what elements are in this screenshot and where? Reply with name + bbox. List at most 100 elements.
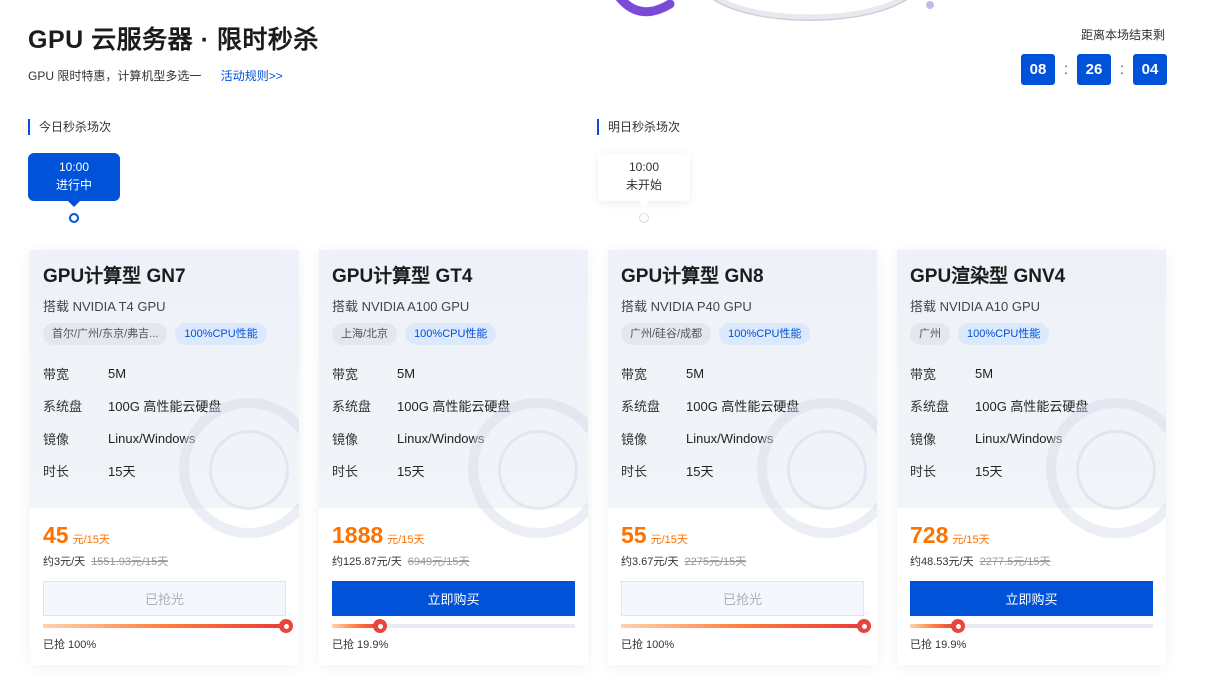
section-label-today: 今日秒杀场次 bbox=[28, 119, 111, 135]
card-spec-panel: GPU计算型 GN7 搭载 NVIDIA T4 GPU 首尔/广州/东京/弗吉.… bbox=[30, 250, 299, 538]
price-unit: 元/15天 bbox=[387, 534, 425, 546]
countdown-minutes: 26 bbox=[1077, 54, 1111, 85]
spec-label-disk: 系统盘 bbox=[621, 399, 661, 415]
original-price: 1551.93元/15天 bbox=[91, 556, 169, 568]
spec-label-image: 镜像 bbox=[910, 431, 937, 447]
spec-label-image: 镜像 bbox=[43, 431, 70, 447]
price-value: 45 bbox=[43, 522, 69, 548]
session-time: 10:00 bbox=[628, 160, 660, 174]
session-tomorrow-tab[interactable]: 10:00 未开始 bbox=[598, 153, 690, 207]
progress-fill bbox=[621, 624, 864, 628]
section-label-tomorrow: 明日秒杀场次 bbox=[597, 119, 680, 135]
spec-label-bandwidth: 带宽 bbox=[910, 366, 937, 382]
session-tomorrow-dot bbox=[639, 213, 649, 223]
price-unit: 元/15天 bbox=[952, 534, 990, 546]
decorative-banner-art bbox=[615, 0, 934, 21]
countdown-seconds: 04 bbox=[1133, 54, 1167, 85]
activity-rules-link[interactable]: 活动规则>> bbox=[221, 69, 283, 83]
spec-value-bandwidth: 5M bbox=[975, 365, 994, 381]
price-value: 728 bbox=[910, 522, 949, 548]
buy-button[interactable]: 立即购买 bbox=[332, 581, 575, 616]
price-value: 1888 bbox=[332, 522, 384, 548]
session-status: 进行中 bbox=[55, 178, 92, 192]
price-unit: 元/15天 bbox=[72, 534, 110, 546]
gpu-model: 搭载 NVIDIA A100 GPU bbox=[332, 299, 470, 314]
spec-label-image: 镜像 bbox=[621, 431, 648, 447]
session-status: 未开始 bbox=[625, 178, 662, 192]
daily-price: 约48.53元/天 bbox=[910, 556, 974, 568]
spec-label-bandwidth: 带宽 bbox=[332, 366, 359, 382]
subtitle-text: GPU 限时特惠，计算机型多选一 bbox=[28, 69, 202, 83]
region-tag: 广州 bbox=[910, 323, 950, 345]
spec-value-duration: 15天 bbox=[975, 464, 1003, 480]
original-price: 6949元/15天 bbox=[407, 556, 470, 568]
rocket-icon bbox=[857, 619, 871, 633]
watermark-icon bbox=[498, 430, 578, 510]
countdown-label: 距离本场结束剩 bbox=[1080, 28, 1165, 42]
buy-button[interactable]: 已抢光 bbox=[43, 581, 286, 616]
countdown-separator: : bbox=[1119, 60, 1125, 78]
rocket-icon bbox=[373, 619, 388, 633]
sales-progress-bar bbox=[910, 619, 1153, 633]
product-card: GPU渲染型 GNV4 搭载 NVIDIA A10 GPU 广州 100%CPU… bbox=[897, 250, 1166, 665]
sales-progress-bar bbox=[621, 619, 871, 633]
daily-price: 约125.87元/天 bbox=[332, 556, 402, 568]
rocket-icon bbox=[951, 619, 966, 633]
cpu-performance-tag: 100%CPU性能 bbox=[719, 323, 811, 345]
product-name: GPU计算型 GN8 bbox=[621, 266, 764, 287]
spec-value-duration: 15天 bbox=[397, 464, 425, 480]
cpu-performance-tag: 100%CPU性能 bbox=[405, 323, 497, 345]
countdown-timer: 08 : 26 : 04 bbox=[1021, 54, 1167, 85]
watermark-icon bbox=[1076, 430, 1156, 510]
original-price: 2275元/15天 bbox=[684, 556, 747, 568]
session-time: 10:00 bbox=[58, 160, 90, 174]
watermark-icon bbox=[209, 430, 289, 510]
daily-price: 约3元/天 bbox=[43, 556, 86, 568]
spec-label-duration: 时长 bbox=[332, 464, 359, 480]
spec-value-bandwidth: 5M bbox=[108, 365, 127, 381]
buy-button[interactable]: 已抢光 bbox=[621, 581, 864, 616]
region-tag: 首尔/广州/东京/弗吉... bbox=[43, 323, 168, 345]
product-card: GPU计算型 GN8 搭载 NVIDIA P40 GPU 广州/硅谷/成都 10… bbox=[608, 250, 877, 665]
sales-progress-bar bbox=[332, 619, 575, 633]
daily-price: 约3.67元/天 bbox=[621, 556, 679, 568]
spec-label-duration: 时长 bbox=[43, 464, 70, 480]
card-spec-panel: GPU计算型 GT4 搭载 NVIDIA A100 GPU 上海/北京 100%… bbox=[319, 250, 588, 538]
spec-value-bandwidth: 5M bbox=[397, 365, 416, 381]
product-cards: GPU计算型 GN7 搭载 NVIDIA T4 GPU 首尔/广州/东京/弗吉.… bbox=[30, 250, 1166, 665]
countdown-separator: : bbox=[1063, 60, 1069, 78]
spec-value-duration: 15天 bbox=[686, 464, 714, 480]
spec-value-duration: 15天 bbox=[108, 464, 136, 480]
product-name: GPU计算型 GN7 bbox=[43, 266, 186, 287]
gpu-model: 搭载 NVIDIA P40 GPU bbox=[621, 299, 752, 314]
spec-label-disk: 系统盘 bbox=[43, 399, 83, 415]
region-tag: 广州/硅谷/成都 bbox=[621, 323, 712, 345]
spec-label-image: 镜像 bbox=[332, 431, 359, 447]
card-spec-panel: GPU计算型 GN8 搭载 NVIDIA P40 GPU 广州/硅谷/成都 10… bbox=[608, 250, 877, 538]
product-name: GPU计算型 GT4 bbox=[332, 266, 473, 287]
product-card: GPU计算型 GN7 搭载 NVIDIA T4 GPU 首尔/广州/东京/弗吉.… bbox=[30, 250, 299, 665]
gpu-model: 搭载 NVIDIA A10 GPU bbox=[910, 299, 1041, 314]
spec-label-bandwidth: 带宽 bbox=[43, 366, 70, 382]
spec-label-disk: 系统盘 bbox=[332, 399, 372, 415]
page-subtitle: GPU 限时特惠，计算机型多选一 活动规则>> bbox=[28, 67, 283, 84]
watermark-icon bbox=[787, 430, 867, 510]
sales-progress-bar bbox=[43, 619, 293, 633]
original-price: 2277.5元/15天 bbox=[979, 556, 1051, 568]
buy-button[interactable]: 立即购买 bbox=[910, 581, 1153, 616]
page-title: GPU 云服务器 · 限时秒杀 bbox=[28, 26, 319, 54]
sold-percentage: 已抢 19.9% bbox=[910, 639, 967, 651]
spec-label-bandwidth: 带宽 bbox=[621, 366, 648, 382]
countdown-hours: 08 bbox=[1021, 54, 1055, 85]
sold-percentage: 已抢 100% bbox=[43, 639, 97, 651]
sold-percentage: 已抢 100% bbox=[621, 639, 675, 651]
cpu-performance-tag: 100%CPU性能 bbox=[958, 323, 1050, 345]
spec-value-bandwidth: 5M bbox=[686, 365, 705, 381]
card-spec-panel: GPU渲染型 GNV4 搭载 NVIDIA A10 GPU 广州 100%CPU… bbox=[897, 250, 1166, 538]
gpu-model: 搭载 NVIDIA T4 GPU bbox=[43, 299, 166, 314]
session-today-tab[interactable]: 10:00 进行中 bbox=[28, 153, 120, 207]
spec-label-duration: 时长 bbox=[910, 464, 937, 480]
rocket-icon bbox=[279, 619, 293, 633]
product-name: GPU渲染型 GNV4 bbox=[910, 266, 1066, 287]
price-unit: 元/15天 bbox=[650, 534, 688, 546]
